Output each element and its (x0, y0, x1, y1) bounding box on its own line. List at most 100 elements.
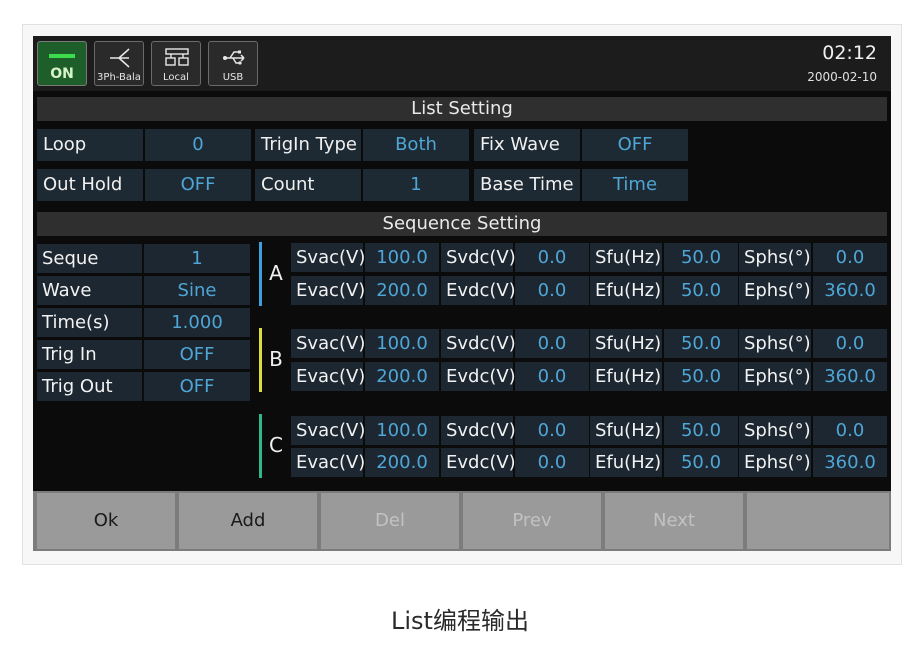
trig-in-label: Trig In (37, 340, 142, 369)
phase-c-ephs-value[interactable]: 360.0 (813, 448, 887, 477)
phase-a-color-bar (259, 242, 262, 306)
trig-out-label: Trig Out (37, 372, 142, 401)
out-hold-label: Out Hold (37, 169, 143, 201)
clock-date: 2000-02-10 (807, 70, 877, 84)
count-label: Count (255, 169, 361, 201)
phase-c-efu-label: Efu(Hz) (590, 448, 662, 477)
phase-a-label: A (263, 242, 289, 306)
usb-label: USB (222, 72, 244, 83)
count-value[interactable]: 1 (363, 169, 469, 201)
output-on-button[interactable]: ON (37, 41, 87, 86)
phase-c-evdc-label: Evdc(V) (441, 448, 516, 477)
time-label: Time(s) (37, 308, 142, 337)
output-state-label: ON (50, 66, 74, 82)
phase-b-evdc-label: Evdc(V) (441, 362, 516, 391)
del-button[interactable]: Del (321, 493, 461, 549)
phase-a-evac-label: Evac(V) (291, 276, 365, 305)
phase-a-svdc-value[interactable]: 0.0 (515, 243, 589, 272)
status-bar: ON 3Ph-Bala Local USB 02:12 2000-02-10 (33, 36, 891, 91)
phase-c-evac-value[interactable]: 200.0 (365, 448, 439, 477)
clock-time: 02:12 (822, 42, 877, 64)
phase-b-evdc-value[interactable]: 0.0 (515, 362, 589, 391)
phase-b-svac-value[interactable]: 100.0 (365, 329, 439, 358)
wiring-mode-label: 3Ph-Bala (97, 72, 141, 83)
phase-a-svac-label: Svac(V) (291, 243, 365, 272)
phase-a-svac-value[interactable]: 100.0 (365, 243, 439, 272)
phase-b-sphs-value[interactable]: 0.0 (813, 329, 887, 358)
phase-b-svac-label: Svac(V) (291, 329, 365, 358)
phase-b-evac-label: Evac(V) (291, 362, 365, 391)
loop-value[interactable]: 0 (145, 129, 251, 161)
seque-label: Seque (37, 244, 142, 273)
trigin-type-value[interactable]: Both (363, 129, 469, 161)
phase-a-evdc-label: Evdc(V) (441, 276, 516, 305)
local-control-button[interactable]: Local (151, 41, 201, 86)
phase-a-evac-value[interactable]: 200.0 (365, 276, 439, 305)
prev-button[interactable]: Prev (463, 493, 603, 549)
phase-a-efu-value[interactable]: 50.0 (664, 276, 738, 305)
phase-c-svac-label: Svac(V) (291, 416, 365, 445)
add-button[interactable]: Add (179, 493, 319, 549)
phase-b-svdc-value[interactable]: 0.0 (515, 329, 589, 358)
local-control-label: Local (163, 72, 189, 83)
list-setting-header: List Setting (37, 97, 887, 121)
wiring-mode-button[interactable]: 3Ph-Bala (94, 41, 144, 86)
phase-b-sfu-value[interactable]: 50.0 (664, 329, 738, 358)
phase-c-svdc-value[interactable]: 0.0 (515, 416, 589, 445)
loop-label: Loop (37, 129, 143, 161)
phase-c-svac-value[interactable]: 100.0 (365, 416, 439, 445)
base-time-label: Base Time (474, 169, 580, 201)
usb-icon (223, 50, 245, 65)
fix-wave-value[interactable]: OFF (582, 129, 688, 161)
sequence-setting-header: Sequence Setting (37, 212, 887, 236)
phase-c-sphs-value[interactable]: 0.0 (813, 416, 887, 445)
phase-b-efu-label: Efu(Hz) (590, 362, 662, 391)
phase-a-efu-label: Efu(Hz) (590, 276, 662, 305)
out-hold-value[interactable]: OFF (145, 169, 251, 201)
phase-c-sfu-value[interactable]: 50.0 (664, 416, 738, 445)
time-value[interactable]: 1.000 (144, 308, 250, 337)
phase-c-label: C (263, 414, 289, 478)
phase-b-sphs-label: Sphs(°) (739, 329, 811, 358)
phase-b-efu-value[interactable]: 50.0 (664, 362, 738, 391)
ok-button[interactable]: Ok (37, 493, 177, 549)
phase-c-svdc-label: Svdc(V) (441, 416, 516, 445)
phase-c-ephs-label: Ephs(°) (739, 448, 811, 477)
phase-c-sfu-label: Sfu(Hz) (590, 416, 662, 445)
phase-a-ephs-value[interactable]: 360.0 (813, 276, 887, 305)
phase-c-efu-value[interactable]: 50.0 (664, 448, 738, 477)
phase-a-sphs-value[interactable]: 0.0 (813, 243, 887, 272)
seque-value[interactable]: 1 (144, 244, 250, 273)
wave-label: Wave (37, 276, 142, 305)
blank-softkey[interactable] (747, 493, 889, 549)
phase-c-evac-label: Evac(V) (291, 448, 365, 477)
phase-b-ephs-label: Ephs(°) (739, 362, 811, 391)
wave-value[interactable]: Sine (144, 276, 250, 305)
phase-c-color-bar (259, 414, 262, 478)
softkey-bar: Ok Add Del Prev Next (33, 491, 891, 551)
phase-c-evdc-value[interactable]: 0.0 (515, 448, 589, 477)
base-time-value[interactable]: Time (582, 169, 688, 201)
phase-c-sphs-label: Sphs(°) (739, 416, 811, 445)
trig-out-value[interactable]: OFF (144, 372, 250, 401)
usb-button[interactable]: USB (208, 41, 258, 86)
trigin-type-label: TrigIn Type (255, 129, 361, 161)
phase-b-evac-value[interactable]: 200.0 (365, 362, 439, 391)
phase-b-sfu-label: Sfu(Hz) (590, 329, 662, 358)
fix-wave-label: Fix Wave (474, 129, 580, 161)
phase-a-sphs-label: Sphs(°) (739, 243, 811, 272)
phase-a-sfu-value[interactable]: 50.0 (664, 243, 738, 272)
power-indicator-icon (49, 54, 75, 58)
phase-b-ephs-value[interactable]: 360.0 (813, 362, 887, 391)
local-control-icon (165, 48, 189, 66)
device-screen: ON 3Ph-Bala Local USB 02:12 2000-02-10 L… (33, 36, 891, 551)
next-button[interactable]: Next (605, 493, 745, 549)
trig-in-value[interactable]: OFF (144, 340, 250, 369)
phase-b-color-bar (259, 328, 262, 392)
phase-a-evdc-value[interactable]: 0.0 (515, 276, 589, 305)
phase-a-svdc-label: Svdc(V) (441, 243, 516, 272)
phase-a-ephs-label: Ephs(°) (739, 276, 811, 305)
phase-a-sfu-label: Sfu(Hz) (590, 243, 662, 272)
phase-b-svdc-label: Svdc(V) (441, 329, 516, 358)
image-caption: List编程输出 (391, 607, 529, 635)
